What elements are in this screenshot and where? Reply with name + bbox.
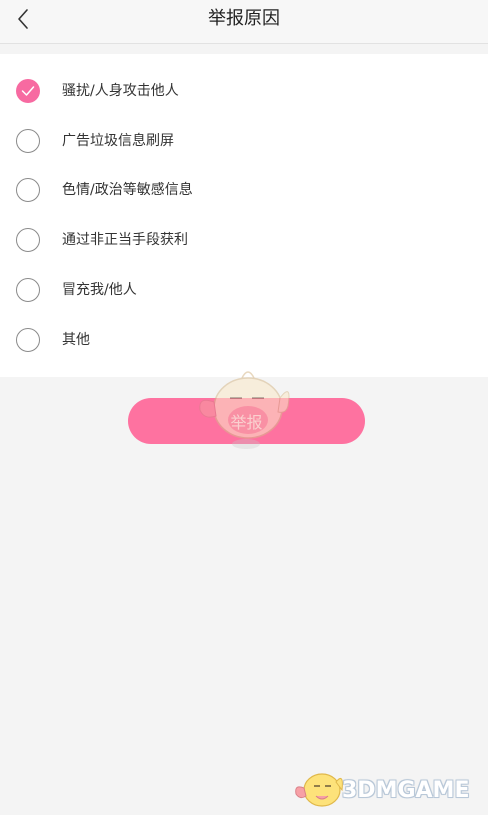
3dmgame-logo-watermark: 3DMGAME: [294, 764, 484, 812]
radio-unchecked-icon[interactable]: [16, 278, 40, 302]
reason-label: 冒充我/他人: [62, 282, 137, 298]
mascot-logo-icon: [295, 773, 343, 807]
page-title: 举报原因: [208, 8, 280, 29]
reason-item-other[interactable]: 其他: [0, 315, 488, 365]
reason-label: 通过非正当手段获利: [62, 232, 188, 248]
radio-checked-icon[interactable]: [16, 79, 40, 103]
reason-item-sensitive[interactable]: 色情/政治等敏感信息: [0, 165, 488, 215]
reason-label: 广告垃圾信息刷屏: [62, 133, 174, 149]
top-bar: 举报原因: [0, 0, 488, 44]
radio-unchecked-icon[interactable]: [16, 129, 40, 153]
radio-unchecked-icon[interactable]: [16, 228, 40, 252]
reason-item-spam[interactable]: 广告垃圾信息刷屏: [0, 116, 488, 166]
reason-item-harassment[interactable]: 骚扰/人身攻击他人: [0, 66, 488, 116]
reason-label: 骚扰/人身攻击他人: [62, 83, 179, 99]
reason-item-impersonation[interactable]: 冒充我/他人: [0, 265, 488, 315]
reason-list: 骚扰/人身攻击他人 广告垃圾信息刷屏 色情/政治等敏感信息 通过非正当手段获利 …: [0, 54, 488, 377]
reason-label: 其他: [62, 332, 90, 348]
radio-unchecked-icon[interactable]: [16, 178, 40, 202]
radio-unchecked-icon[interactable]: [16, 328, 40, 352]
reason-label: 色情/政治等敏感信息: [62, 182, 193, 198]
report-submit-button[interactable]: 举报: [128, 398, 365, 444]
logo-text: 3DMGAME: [342, 778, 470, 803]
reason-item-illegal-profit[interactable]: 通过非正当手段获利: [0, 215, 488, 265]
